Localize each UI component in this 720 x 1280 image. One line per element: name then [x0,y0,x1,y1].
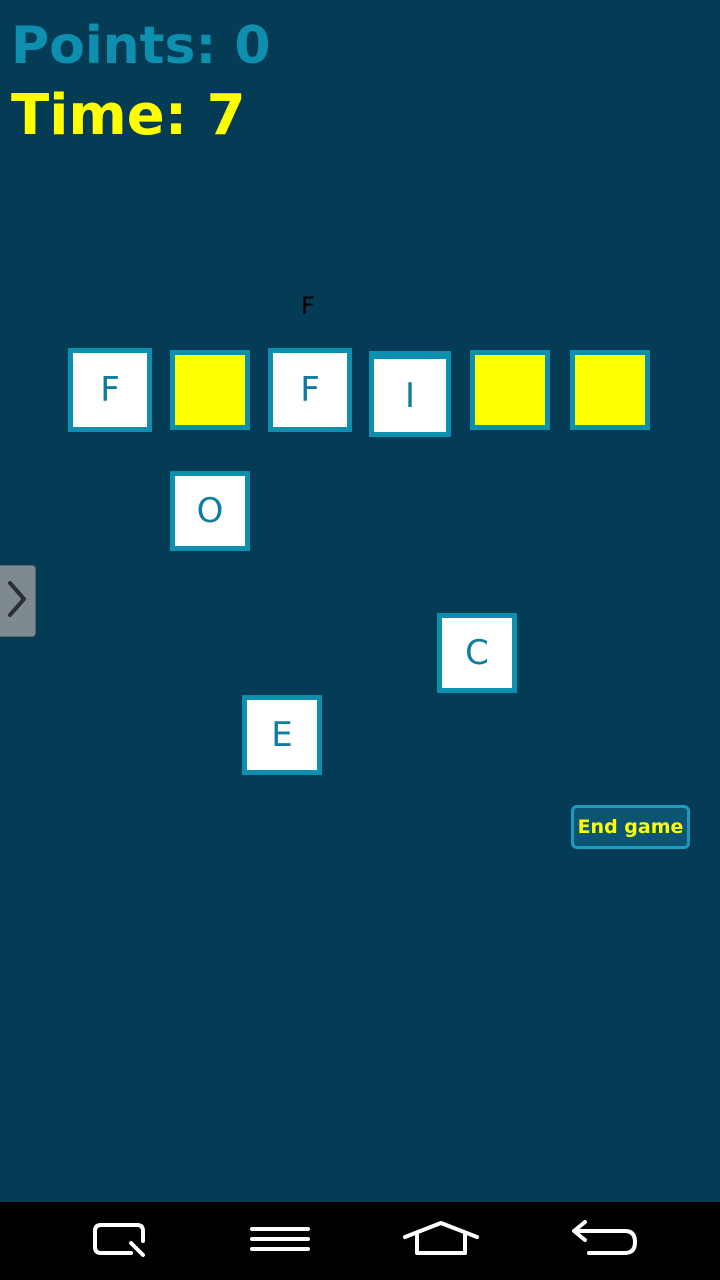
word-slot-4[interactable]: I [369,351,451,437]
back-button[interactable] [563,1216,643,1266]
letter-tile-o[interactable]: O [170,471,250,551]
menu-button[interactable] [240,1216,320,1266]
end-game-button[interactable]: End game [571,805,690,849]
side-drawer-handle[interactable] [0,565,36,637]
home-icon [401,1219,481,1263]
recent-apps-icon [87,1219,149,1263]
letter-tile-c[interactable]: C [437,613,517,693]
back-icon [567,1219,639,1263]
home-button[interactable] [401,1216,481,1266]
word-slot-1[interactable]: F [68,348,152,432]
chevron-right-icon [6,579,28,623]
word-slot-3[interactable]: F [268,348,352,432]
points-counter: Points: 0 [11,16,271,76]
word-slot-2[interactable] [170,350,250,430]
letter-tile-e[interactable]: E [242,695,322,775]
menu-icon [248,1219,312,1263]
time-counter: Time: 7 [11,83,246,148]
recent-apps-button[interactable] [78,1216,158,1266]
word-slot-6[interactable] [570,350,650,430]
system-nav-bar [0,1202,720,1280]
word-slot-5[interactable] [470,350,550,430]
hint-letter: F [301,292,315,320]
